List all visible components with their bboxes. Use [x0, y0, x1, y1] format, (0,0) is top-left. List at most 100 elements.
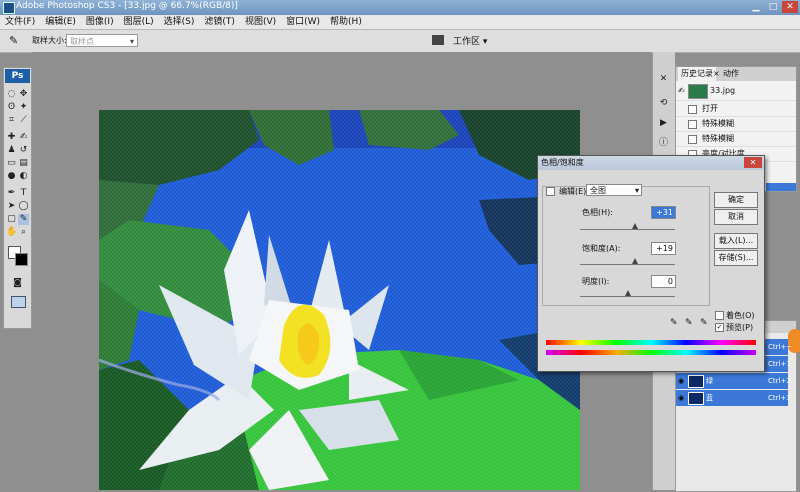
workspace-button[interactable]: 工作区 ▾ — [453, 34, 487, 47]
channel-thumbnail — [688, 375, 704, 388]
save-button[interactable]: 存储(S)... — [714, 250, 758, 266]
minimize-button[interactable]: ▁ — [748, 1, 764, 13]
channel-shortcut: Ctrl+~ — [768, 343, 793, 351]
dialog-title: 色相/饱和度 — [541, 158, 584, 167]
gradient-icon[interactable]: ▤ — [18, 158, 29, 169]
colorize-checkbox[interactable] — [715, 311, 724, 320]
marquee-icon[interactable]: ◌ — [6, 89, 17, 100]
canvas-image[interactable] — [99, 110, 580, 490]
history-item[interactable]: 打开 — [676, 102, 796, 117]
close-button[interactable]: ✕ — [782, 1, 798, 13]
screen-mode-icon[interactable] — [11, 296, 26, 308]
eyedropper-icon[interactable]: ✎ — [9, 34, 18, 47]
brush-icon[interactable]: ✍ — [18, 132, 29, 143]
stamp-icon[interactable]: ♟ — [6, 145, 17, 156]
eyedropper-tool-icon[interactable]: ✎ — [18, 214, 29, 225]
hue-slider-thumb[interactable] — [632, 223, 639, 229]
info-icon[interactable]: ⓘ — [658, 138, 669, 149]
edit-range-value: 全图 — [590, 186, 606, 195]
shape-icon[interactable]: ◯ — [18, 201, 29, 212]
hue-slider-track[interactable] — [580, 229, 675, 230]
maximize-button[interactable]: □ — [765, 1, 781, 13]
pen-icon[interactable]: ✒ — [6, 188, 17, 199]
tab-actions[interactable]: 动作 — [720, 67, 742, 81]
quick-mask-icon[interactable]: ◙ — [12, 278, 23, 289]
menu-select[interactable]: 选择(S) — [159, 15, 200, 28]
ok-button[interactable]: 确定 — [714, 192, 758, 208]
sample-size-value: 取样点 — [70, 37, 94, 46]
saturation-slider-thumb[interactable] — [632, 258, 639, 264]
menu-edit[interactable]: 编辑(E) — [40, 15, 81, 28]
path-selection-icon[interactable]: ➤ — [6, 201, 17, 212]
history-item[interactable]: 特殊模糊 — [676, 132, 796, 147]
sample-size-select[interactable]: 取样点 ▾ — [66, 34, 138, 47]
history-state-icon — [688, 135, 697, 144]
slice-icon[interactable]: ⟋ — [18, 115, 29, 126]
move-icon[interactable]: ✥ — [18, 89, 29, 100]
saturation-label: 饱和度(A): — [582, 244, 621, 253]
load-button[interactable]: 载入(L)... — [714, 233, 758, 249]
dialog-group-box — [542, 186, 710, 306]
bridge-icon[interactable] — [432, 35, 444, 45]
photoshop-logo: Ps — [5, 69, 30, 83]
menu-window[interactable]: 窗口(W) — [281, 15, 325, 28]
hue-input[interactable]: +31 — [651, 206, 676, 219]
preview-label: 预览(P) — [726, 323, 754, 332]
lightness-input[interactable]: 0 — [651, 275, 676, 288]
visibility-eye-icon[interactable]: ◉ — [678, 390, 684, 406]
tools-icon[interactable]: ✕ — [658, 74, 669, 85]
eraser-icon[interactable]: ▭ — [6, 158, 17, 169]
dialog-close-button[interactable]: ✕ — [744, 157, 762, 168]
history-item[interactable]: 特殊模糊 — [676, 117, 796, 132]
history-brush-icon[interactable]: ↺ — [18, 145, 29, 156]
zoom-icon[interactable]: ⌕ — [18, 227, 29, 238]
menu-view[interactable]: 视图(V) — [240, 15, 281, 28]
channel-row[interactable]: ◉ 蓝 Ctrl+3 — [676, 390, 791, 406]
edit-checkbox[interactable] — [546, 187, 555, 196]
background-color-swatch[interactable] — [15, 253, 28, 266]
window-title: Adobe Photoshop CS3 - [33.jpg @ 66.7%(RG… — [16, 1, 238, 11]
menu-help[interactable]: 帮助(H) — [325, 15, 367, 28]
lasso-icon[interactable]: ʘ — [6, 102, 17, 113]
crop-icon[interactable]: ⌗ — [6, 115, 17, 126]
hue-label: 色相(H): — [582, 208, 613, 217]
eyedropper-icon[interactable]: ✎ — [670, 318, 678, 328]
eyedropper-minus-icon[interactable]: ✎ — [700, 318, 708, 328]
saturation-slider-track[interactable] — [580, 264, 675, 265]
history-item-label: 特殊模糊 — [702, 119, 734, 128]
snapshot-thumbnail — [688, 84, 708, 99]
menu-file[interactable]: 文件(F) — [0, 15, 40, 28]
history-icon[interactable]: ⟲ — [658, 98, 669, 109]
history-brush-source-icon: ✍ — [678, 86, 685, 95]
edit-range-select[interactable]: 全图 ▾ — [586, 184, 642, 196]
history-active-state[interactable] — [766, 183, 796, 191]
saturation-input[interactable]: +19 — [651, 242, 676, 255]
history-snapshot[interactable]: ✍ 33.jpg — [676, 82, 796, 101]
visibility-eye-icon[interactable]: ◉ — [678, 373, 684, 389]
healing-brush-icon[interactable]: ✚ — [6, 132, 17, 143]
water-lily-painting — [99, 110, 580, 490]
snapshot-label: 33.jpg — [710, 86, 736, 95]
edit-label: 编辑(E): — [559, 187, 589, 196]
channel-row[interactable]: ◉ 绿 Ctrl+2 — [676, 373, 791, 389]
dodge-icon[interactable]: ◐ — [18, 171, 29, 182]
menu-bar: 文件(F) 编辑(E) 图像(I) 图层(L) 选择(S) 滤镜(T) 视图(V… — [0, 15, 800, 30]
cancel-button[interactable]: 取消 — [714, 209, 758, 225]
menu-image[interactable]: 图像(I) — [81, 15, 119, 28]
output-hue-bar — [546, 350, 756, 355]
app-icon — [3, 2, 15, 14]
history-state-icon — [688, 120, 697, 129]
lightness-slider-track[interactable] — [580, 296, 675, 297]
type-icon[interactable]: T — [18, 188, 29, 199]
menu-layer[interactable]: 图层(L) — [119, 15, 159, 28]
eyedropper-plus-icon[interactable]: ✎ — [685, 318, 693, 328]
preview-checkbox[interactable]: ✓ — [715, 323, 724, 332]
actions-icon[interactable]: ▶ — [658, 118, 669, 129]
magic-wand-icon[interactable]: ✦ — [18, 102, 29, 113]
hand-icon[interactable]: ✋ — [6, 227, 17, 238]
colorize-label: 着色(O) — [726, 311, 755, 320]
lightness-slider-thumb[interactable] — [624, 290, 631, 296]
menu-filter[interactable]: 滤镜(T) — [199, 15, 240, 28]
notes-icon[interactable]: ▢ — [6, 214, 17, 225]
blur-icon[interactable]: ● — [6, 171, 17, 182]
